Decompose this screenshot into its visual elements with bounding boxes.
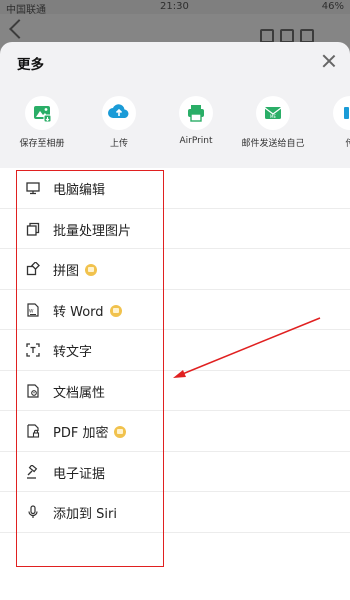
save-to-album-icon	[25, 96, 59, 130]
menu-item-batch-images[interactable]: 批量处理图片	[0, 209, 350, 249]
transfer-icon	[333, 96, 350, 130]
menu-item-collage[interactable]: 拼图	[0, 249, 350, 290]
svg-text:ME: ME	[270, 114, 276, 119]
edit-icon[interactable]	[280, 29, 294, 43]
share-transfer[interactable]: 传	[310, 96, 350, 149]
menu-item-to-word[interactable]: W 转 Word	[0, 290, 350, 330]
text-scan-icon	[26, 343, 40, 357]
settings-icon[interactable]	[300, 29, 314, 43]
battery-label: 46%	[321, 1, 344, 12]
vip-crown-icon	[114, 426, 127, 438]
menu-item-to-text[interactable]: 转文字	[0, 330, 350, 371]
share-label: 保存至相册	[19, 139, 65, 149]
share-upload[interactable]: 上传	[79, 96, 159, 149]
menu-item-label: 转文字	[53, 345, 93, 360]
menu-item-add-siri[interactable]: 添加到 Siri	[0, 492, 350, 533]
share-label: 邮件发送给自己	[241, 139, 305, 149]
menu-item-label: 转 Word	[53, 301, 122, 320]
menu-item-label: PDF 加密	[53, 422, 127, 441]
word-doc-icon: W	[27, 302, 39, 317]
menu-item-label: 添加到 Siri	[53, 507, 117, 522]
sheet-header: 更多	[0, 42, 350, 82]
menu-item-label: 拼图	[53, 260, 98, 279]
menu-item-text: 拼图	[53, 264, 80, 279]
vip-crown-icon	[109, 304, 122, 317]
mail-me-icon: ME	[256, 96, 290, 130]
menu-item-text: 转 Word	[53, 304, 104, 320]
microphone-icon	[28, 505, 38, 518]
menu-item-pdf-encrypt[interactable]: PDF 加密	[0, 411, 350, 452]
monitor-icon	[26, 182, 40, 195]
menu-item-label: 电子证据	[53, 466, 106, 482]
more-menu-list: 电脑编辑 批量处理图片 拼图 W 转 Word 转文字 文档属性 PDF 加密 …	[0, 168, 350, 600]
share-label: AirPrint	[179, 136, 213, 146]
svg-text:W: W	[29, 308, 34, 314]
sheet-title: 更多	[17, 57, 44, 73]
menu-item-label: 文档属性	[53, 385, 106, 401]
menu-item-pc-edit[interactable]: 电脑编辑	[0, 168, 350, 209]
back-icon[interactable]	[9, 19, 29, 39]
doc-properties-icon	[27, 383, 39, 398]
menu-item-text: PDF 加密	[53, 426, 109, 441]
share-mail-self[interactable]: ME 邮件发送给自己	[233, 96, 313, 149]
vip-crown-icon	[85, 264, 98, 276]
share-airprint[interactable]: AirPrint	[156, 96, 236, 146]
pdf-lock-icon	[27, 424, 40, 438]
menu-item-doc-properties[interactable]: 文档属性	[0, 371, 350, 411]
share-save-album[interactable]: 保存至相册	[2, 96, 82, 149]
share-row: 保存至相册 上传 AirPrint ME 邮件发送给自己 传	[0, 82, 350, 168]
menu-item-e-evidence[interactable]: 电子证据	[0, 452, 350, 492]
upload-cloud-icon	[102, 96, 136, 130]
adjust-icon[interactable]	[260, 29, 274, 43]
batch-copy-icon	[26, 222, 40, 236]
gavel-icon	[27, 464, 38, 479]
toolbar-icons	[254, 28, 314, 43]
printer-icon	[179, 96, 213, 130]
puzzle-icon	[26, 262, 40, 276]
clock: 21:30	[160, 1, 189, 12]
share-label: 上传	[109, 139, 128, 149]
menu-item-label: 电脑编辑	[53, 183, 106, 198]
screen: 中国联通 21:30 46% 更多 保存至相册 上传 AirPrint ME 邮…	[0, 0, 350, 600]
status-bar: 中国联通 21:30 46%	[0, 0, 350, 16]
more-sheet: 更多 保存至相册 上传 AirPrint ME 邮件发送给自己 传 电脑编辑 批…	[0, 42, 350, 600]
menu-item-label: 批量处理图片	[53, 223, 132, 239]
share-label: 传	[345, 139, 350, 149]
close-icon[interactable]	[322, 54, 336, 68]
